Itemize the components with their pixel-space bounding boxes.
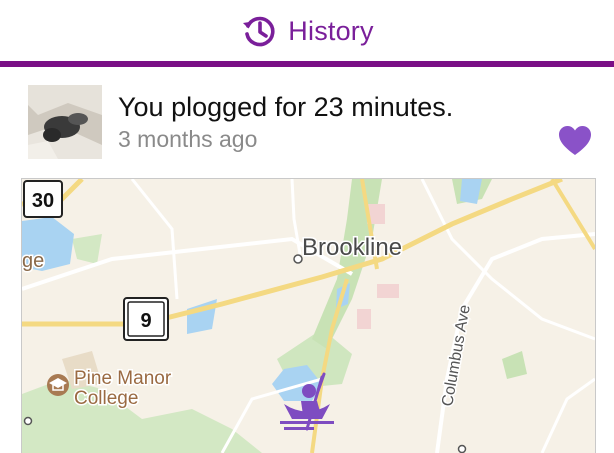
history-entry[interactable]: You plogged for 23 minutes. 3 months ago — [0, 67, 614, 171]
svg-text:30: 30 — [32, 190, 54, 212]
map-point — [23, 416, 33, 426]
map-label-brookline: Brookline — [302, 234, 402, 261]
city-marker — [293, 254, 303, 264]
svg-text:9: 9 — [140, 310, 151, 332]
route-map[interactable]: 30 9 ge Brookline Pine Manor College Col… — [21, 178, 596, 453]
page-title: History — [288, 15, 374, 46]
entry-timestamp: 3 months ago — [118, 126, 258, 152]
route-9-shield: 9 — [123, 297, 169, 341]
entry-title: You plogged for 23 minutes. — [118, 92, 454, 122]
history-clock-icon — [243, 16, 275, 47]
building — [357, 309, 371, 329]
map-label-edge: ge — [22, 250, 44, 272]
map-label-college: College — [74, 388, 138, 409]
route-30-shield: 30 — [23, 180, 63, 218]
map-point — [457, 444, 467, 453]
app-header: History — [0, 0, 614, 62]
graduation-cap-icon — [47, 374, 69, 396]
avatar[interactable] — [28, 85, 102, 159]
building — [377, 284, 399, 298]
heart-icon[interactable] — [558, 125, 592, 157]
map-label-pine-manor: Pine Manor — [74, 368, 172, 389]
